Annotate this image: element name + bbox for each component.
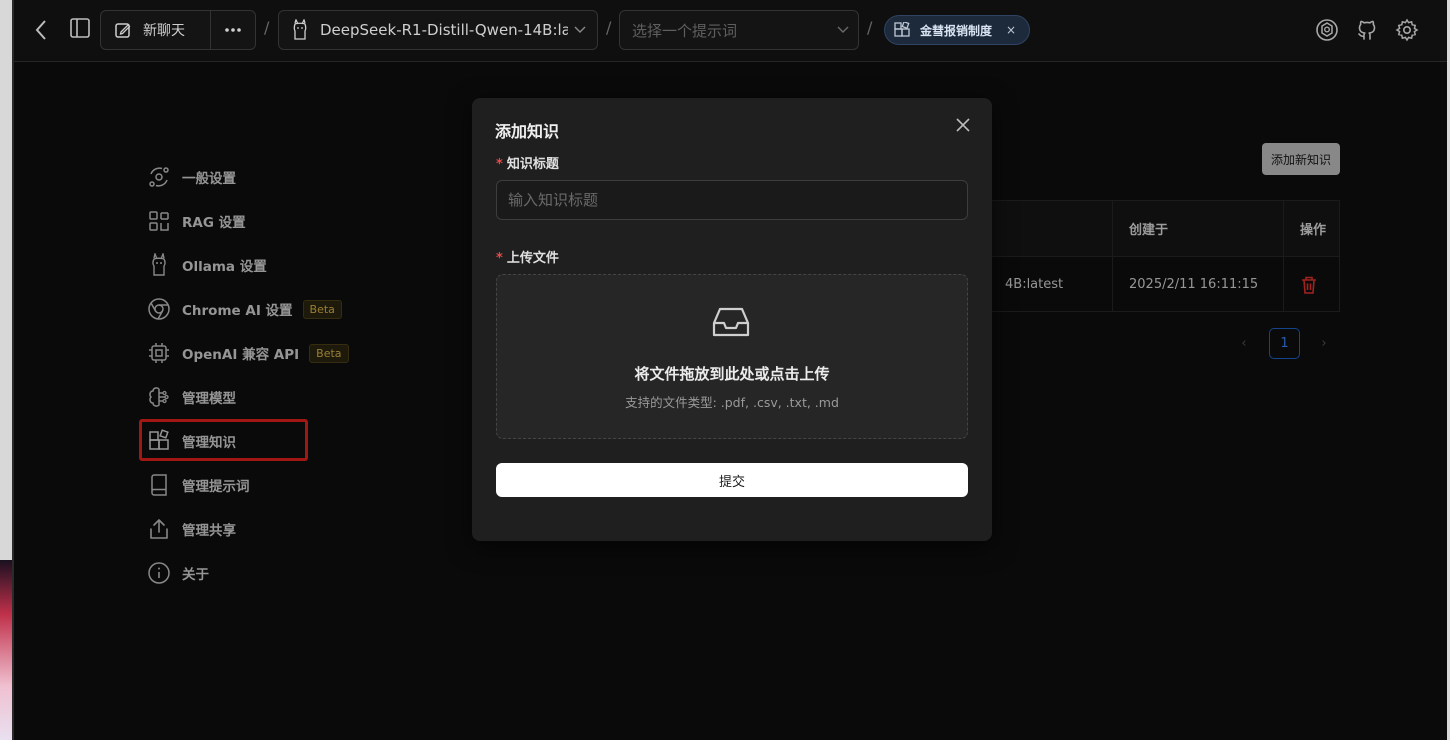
top-bar: 新聊天 / DeepSeek-R1-Distill-Qwen-14B:lates… [14, 0, 1447, 62]
close-icon[interactable] [954, 116, 972, 134]
file-dropzone[interactable]: 将文件拖放到此处或点击上传 支持的文件类型: .pdf, .csv, .txt,… [496, 274, 968, 439]
new-chat-label: 新聊天 [143, 23, 185, 39]
required-mark: * [496, 157, 503, 172]
file-field-label-text: 上传文件 [506, 251, 559, 266]
prompt-selector[interactable]: 选择一个提示词 [619, 10, 859, 50]
model-selector-value: DeepSeek-R1-Distill-Qwen-14B:latest [320, 21, 568, 39]
new-chat-button[interactable]: 新聊天 [101, 11, 211, 49]
more-dots-icon [224, 27, 242, 33]
new-chat-group: 新聊天 [100, 10, 256, 50]
title-field-label-text: 知识标题 [506, 157, 559, 172]
breadcrumb-separator: / [264, 18, 270, 37]
knowledge-title-input[interactable] [496, 180, 968, 220]
ollama-status-icon[interactable] [1315, 18, 1339, 42]
blocks-icon [894, 22, 910, 38]
chevron-down-icon [837, 26, 849, 34]
breadcrumb-separator: / [606, 18, 612, 37]
settings-gear-icon[interactable] [1395, 18, 1419, 42]
file-field-label: * 上传文件 [496, 247, 559, 266]
sidebar-toggle-icon[interactable] [69, 17, 91, 39]
dropzone-main-text: 将文件拖放到此处或点击上传 [634, 365, 830, 383]
llama-icon [291, 19, 309, 41]
app-window: 新聊天 / DeepSeek-R1-Distill-Qwen-14B:lates… [12, 0, 1447, 740]
model-selector[interactable]: DeepSeek-R1-Distill-Qwen-14B:latest [278, 10, 598, 50]
inbox-icon [711, 305, 751, 339]
breadcrumb-separator: / [867, 18, 873, 37]
back-chevron-icon[interactable] [34, 19, 48, 41]
title-field-label: * 知识标题 [496, 153, 559, 172]
edit-icon [114, 21, 132, 39]
active-knowledge-chip[interactable]: 金彗报销制度 × [884, 15, 1030, 45]
prompt-selector-placeholder: 选择一个提示词 [632, 21, 738, 40]
github-icon[interactable] [1355, 18, 1379, 42]
add-knowledge-modal: 添加知识 *知识标题 *上传文件 将文件拖放到此处或点击上传 支持的文件类型: … [472, 98, 992, 541]
submit-button[interactable]: 提交 [496, 463, 968, 497]
modal-title: 添加知识 [495, 122, 560, 141]
required-mark: * [496, 251, 503, 266]
dropzone-hint-text: 支持的文件类型: .pdf, .csv, .txt, .md [625, 395, 839, 410]
chevron-down-icon [574, 26, 586, 34]
chip-close-button[interactable]: × [1006, 23, 1016, 37]
more-button[interactable] [211, 11, 255, 49]
chip-label: 金彗报销制度 [920, 23, 993, 38]
